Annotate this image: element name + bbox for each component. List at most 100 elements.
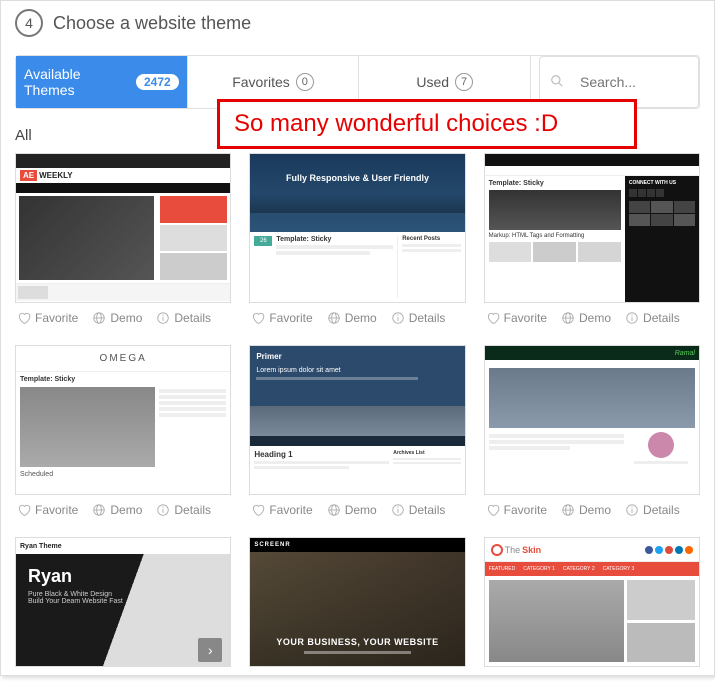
heart-icon: [486, 503, 500, 517]
theme-big-title: Ryan: [28, 566, 218, 587]
globe-icon: [327, 503, 341, 517]
theme-logo-text: WEEKLY: [39, 171, 73, 180]
theme-brand: Skin: [522, 545, 541, 555]
theme-line2: Build Your Deam Website Fast: [28, 598, 218, 605]
favorite-button[interactable]: Favorite: [486, 503, 547, 517]
available-count-badge: 2472: [136, 74, 179, 90]
theme-card[interactable]: Primer Lorem ipsum dolor sit amet Headin…: [249, 345, 465, 521]
globe-icon: [92, 311, 106, 325]
theme-thumbnail: Template: Sticky Markup: HTML Tags and F…: [484, 153, 700, 303]
demo-button[interactable]: Demo: [92, 311, 142, 325]
details-button[interactable]: Details: [391, 311, 446, 325]
theme-line: Lorem ipsum dolor sit amet: [256, 367, 458, 374]
category-tab: CATEGORY 2: [563, 566, 595, 572]
favorite-button[interactable]: Favorite: [251, 503, 312, 517]
theme-thumbnail: Ryan Theme Ryan Pure Black & White Desig…: [15, 537, 231, 667]
theme-line1: Pure Black & White Design: [28, 591, 218, 598]
theme-thumbnail: SCREENR YOUR BUSINESS, YOUR WEBSITE: [249, 537, 465, 667]
filter-all[interactable]: All: [15, 127, 32, 144]
theme-brand: Ramal: [675, 350, 695, 357]
used-count: 7: [455, 73, 473, 91]
step-header: 4 Choose a website theme: [15, 9, 700, 37]
theme-thumbnail: Fully Responsive & User Friendly 26 Temp…: [249, 153, 465, 303]
info-icon: [156, 311, 170, 325]
favorite-button[interactable]: Favorite: [17, 503, 78, 517]
theme-side: Archives List: [393, 450, 460, 456]
tab-label: Used: [416, 74, 449, 90]
demo-button[interactable]: Demo: [327, 503, 377, 517]
theme-title: Template: Sticky: [16, 372, 230, 387]
details-button[interactable]: Details: [625, 503, 680, 517]
theme-thumbnail: AE WEEKLY: [15, 153, 231, 303]
theme-actions: Favorite Demo Details: [249, 495, 465, 521]
heart-icon: [486, 311, 500, 325]
demo-button[interactable]: Demo: [561, 503, 611, 517]
theme-card[interactable]: Ryan Theme Ryan Pure Black & White Desig…: [15, 537, 231, 667]
theme-brand: Primer: [256, 352, 458, 361]
tab-label: Available Themes: [24, 66, 130, 98]
info-icon: [625, 503, 639, 517]
theme-sub: Scheduled: [16, 467, 230, 482]
favorite-button[interactable]: Favorite: [251, 311, 312, 325]
demo-button[interactable]: Demo: [561, 311, 611, 325]
theme-sidebar-title: Recent Posts: [402, 236, 460, 242]
theme-actions: Favorite Demo Details: [484, 495, 700, 521]
globe-icon: [327, 311, 341, 325]
theme-grid: AE WEEKLY Favorite: [15, 153, 700, 667]
theme-thumbnail: TheSkin FEATURED CATEGORY 1 CATEGORY 2 C…: [484, 537, 700, 667]
theme-actions: Favorite Demo Details: [249, 303, 465, 329]
theme-thumbnail: Primer Lorem ipsum dolor sit amet Headin…: [249, 345, 465, 495]
details-button[interactable]: Details: [625, 311, 680, 325]
theme-hero-text: YOUR BUSINESS, YOUR WEBSITE: [276, 637, 438, 647]
annotation-callout: So many wonderful choices :D: [217, 99, 637, 149]
theme-card[interactable]: AE WEEKLY Favorite: [15, 153, 231, 329]
theme-card[interactable]: Ramal Favorite Demo Details: [484, 345, 700, 521]
info-icon: [391, 503, 405, 517]
info-icon: [156, 503, 170, 517]
theme-thumbnail: OMEGA Template: Sticky Scheduled: [15, 345, 231, 495]
theme-card[interactable]: SCREENR YOUR BUSINESS, YOUR WEBSITE: [249, 537, 465, 667]
heart-icon: [17, 503, 31, 517]
favorite-button[interactable]: Favorite: [486, 311, 547, 325]
theme-actions: Favorite Demo Details: [15, 495, 231, 521]
tab-label: Favorites: [232, 74, 290, 90]
theme-thumbnail: Ramal: [484, 345, 700, 495]
theme-brand: OMEGA: [16, 346, 230, 372]
theme-hero-text: Fully Responsive & User Friendly: [286, 173, 429, 183]
theme-actions: Favorite Demo Details: [15, 303, 231, 329]
heart-icon: [251, 503, 265, 517]
theme-brand: SCREENR: [254, 542, 290, 548]
category-tab: CATEGORY 3: [603, 566, 635, 572]
heart-icon: [251, 311, 265, 325]
theme-sub-title: Template: Sticky: [276, 236, 393, 243]
info-icon: [391, 311, 405, 325]
details-button[interactable]: Details: [156, 311, 211, 325]
theme-card[interactable]: OMEGA Template: Sticky Scheduled Favorit…: [15, 345, 231, 521]
theme-card[interactable]: Fully Responsive & User Friendly 26 Temp…: [249, 153, 465, 329]
globe-icon: [92, 503, 106, 517]
tab-available-themes[interactable]: Available Themes 2472: [16, 56, 188, 108]
globe-icon: [561, 503, 575, 517]
theme-sub: Markup: HTML Tags and Formatting: [489, 233, 621, 239]
search-input[interactable]: [576, 68, 688, 96]
details-button[interactable]: Details: [156, 503, 211, 517]
globe-icon: [561, 311, 575, 325]
favorites-count: 0: [296, 73, 314, 91]
theme-actions: Favorite Demo Details: [484, 303, 700, 329]
theme-card[interactable]: Template: Sticky Markup: HTML Tags and F…: [484, 153, 700, 329]
theme-title: Template: Sticky: [489, 180, 621, 187]
theme-brand: Ryan Theme: [20, 543, 62, 550]
theme-sidebar-title: CONNECT WITH US: [629, 180, 695, 186]
category-tab: CATEGORY 1: [523, 566, 555, 572]
chevron-right-icon: ›: [198, 638, 222, 662]
theme-logo-badge: AE: [20, 170, 37, 181]
theme-logo-icon: [491, 544, 503, 556]
step-number-circle: 4: [15, 9, 43, 37]
favorite-button[interactable]: Favorite: [17, 311, 78, 325]
heart-icon: [17, 311, 31, 325]
demo-button[interactable]: Demo: [327, 311, 377, 325]
theme-card[interactable]: TheSkin FEATURED CATEGORY 1 CATEGORY 2 C…: [484, 537, 700, 667]
category-tab: FEATURED: [489, 566, 516, 572]
details-button[interactable]: Details: [391, 503, 446, 517]
demo-button[interactable]: Demo: [92, 503, 142, 517]
